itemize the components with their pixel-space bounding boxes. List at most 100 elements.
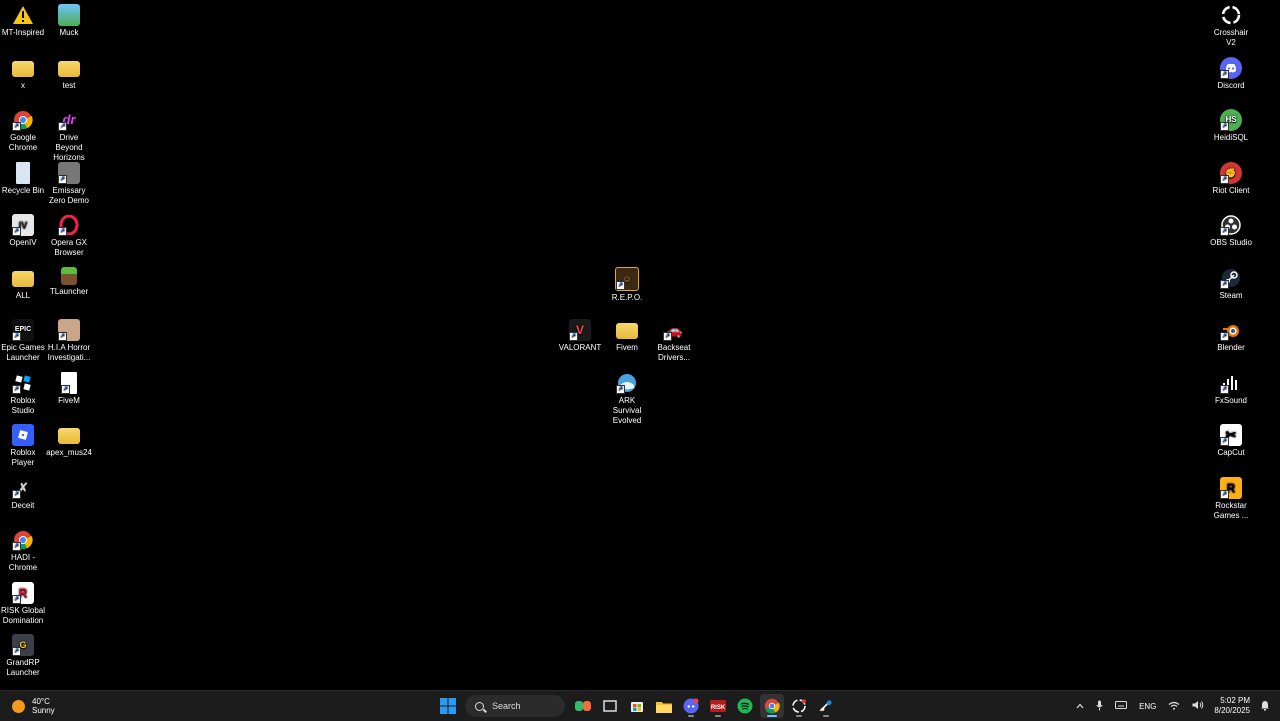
keyboard-icon[interactable] — [1115, 701, 1128, 711]
desktop-icon-epic-games[interactable]: EPIC ↗ Epic Games Launcher — [0, 319, 46, 363]
file-explorer-button[interactable] — [652, 694, 676, 718]
taskbar: 40°C Sunny Search RISK ENG 5:02 PM 8/20/… — [0, 690, 1280, 721]
store-button[interactable] — [625, 694, 649, 718]
desktop-icon-steam[interactable]: ↗ Steam — [1208, 267, 1254, 301]
file-explorer-icon — [655, 701, 672, 713]
copilot-button[interactable] — [571, 694, 595, 718]
desktop-icon-tlauncher[interactable]: TLauncher — [46, 267, 92, 297]
openiv-icon: IV ↗ — [12, 214, 34, 236]
running-indicator — [795, 715, 802, 717]
running-indicator — [822, 715, 829, 717]
folder-icon — [12, 271, 34, 287]
repo-icon: ☺ ↗ — [615, 267, 639, 291]
desktop-icon-discord[interactable]: ↗ Discord — [1208, 57, 1254, 91]
language-indicator[interactable]: ENG — [1139, 702, 1156, 711]
capcut-icon: ✂ ↗ — [1220, 424, 1242, 446]
desktop-icon-apex-mus24[interactable]: apex_mus24 — [46, 424, 92, 458]
muck-icon — [58, 4, 80, 26]
search-placeholder: Search — [492, 701, 521, 711]
desktop-icon-test[interactable]: test — [46, 57, 92, 91]
desktop-icon-roblox-player[interactable]: Roblox Player — [0, 424, 46, 468]
desktop-icon-grandrp[interactable]: G ↗ GrandRP Launcher — [0, 634, 46, 678]
desktop-icon-riot-client[interactable]: ✊ ↗ Riot Client — [1208, 162, 1254, 196]
desktop-icon-opera-gx[interactable]: ↗ Opera GX Browser — [46, 214, 92, 258]
desktop-icon-heidisql[interactable]: HS ↗ HeidiSQL — [1208, 109, 1254, 143]
desktop-icon-fivem-folder[interactable]: Fivem — [604, 319, 650, 353]
search-icon — [475, 701, 484, 711]
taskbar-apps: Search RISK — [434, 694, 839, 718]
folder-icon — [12, 61, 34, 77]
weather-widget[interactable]: 40°C Sunny — [12, 696, 55, 716]
weather-temp: 40°C — [32, 697, 50, 706]
desktop-icon-openiv[interactable]: IV ↗ OpenIV — [0, 214, 46, 248]
roblox-player-icon — [12, 424, 34, 446]
desktop-icon-hadi-chrome[interactable]: ↗ HADI - Chrome — [0, 529, 46, 573]
taskbar-risk-button[interactable]: RISK — [706, 694, 730, 718]
taskbar-chrome-button[interactable] — [759, 694, 784, 718]
running-indicator — [687, 715, 694, 717]
desktop-icon-deceit[interactable]: ✗ ↗ Deceit — [0, 477, 46, 511]
weather-desc: Sunny — [32, 706, 55, 715]
chrome-icon — [764, 698, 780, 714]
crosshair-icon — [791, 699, 806, 713]
taskbar-steam-button[interactable] — [814, 694, 838, 718]
desktop-icon-roblox-studio[interactable]: ↗ Roblox Studio — [0, 372, 46, 416]
desktop-icon-x[interactable]: x — [0, 57, 46, 91]
chrome-icon: ↗ — [12, 109, 34, 131]
rockstar-icon: R ↗ — [1220, 477, 1242, 499]
desktop-icon-hia-horror[interactable]: ↗ H.I.A Horror Investigati... — [46, 319, 92, 363]
task-view-button[interactable] — [598, 694, 622, 718]
desktop-icon-fxsound[interactable]: ↗ FxSound — [1208, 372, 1254, 406]
desktop-icon-mt-inspired[interactable]: MT-Inspired — [0, 4, 46, 38]
desktop: MT-Inspired x ↗ Google Chrome Recycle Bi… — [0, 0, 1280, 690]
start-button[interactable] — [436, 694, 460, 718]
desktop-icon-google-chrome[interactable]: ↗ Google Chrome — [0, 109, 46, 153]
clock[interactable]: 5:02 PM 8/20/2025 — [1214, 696, 1250, 716]
taskbar-search-box[interactable]: Search — [465, 695, 565, 717]
desktop-icon-risk[interactable]: R ↗ RISK Global Domination — [0, 582, 46, 626]
desktop-icon-obs[interactable]: ↗ OBS Studio — [1208, 214, 1254, 248]
taskbar-crosshair-button[interactable] — [787, 694, 811, 718]
steam-icon: ↗ — [1220, 267, 1242, 289]
start-icon — [439, 698, 456, 714]
desktop-icon-repo[interactable]: ☺ ↗ R.E.P.O. — [604, 267, 650, 303]
desktop-icon-emissary-zero[interactable]: ↗ Emissary Zero Demo — [46, 162, 92, 206]
desktop-icon-all[interactable]: ALL — [0, 267, 46, 301]
crosshair-icon — [1220, 4, 1242, 26]
system-tray: ENG 5:02 PM 8/20/2025 — [1070, 694, 1270, 718]
desktop-icon-backseat-drivers[interactable]: 🚗 ↗ Backseat Drivers... — [651, 319, 697, 363]
wifi-icon[interactable] — [1168, 701, 1180, 712]
sun-icon — [12, 699, 25, 713]
store-icon — [630, 702, 643, 712]
roblox-studio-icon: ↗ — [12, 372, 34, 394]
valorant-icon: V ↗ — [569, 319, 591, 341]
desktop-icon-ark[interactable]: ↗ ARK Survival Evolved — [604, 372, 650, 426]
discord-icon — [683, 698, 698, 714]
desktop-icon-valorant[interactable]: V ↗ VALORANT — [557, 319, 603, 353]
spotify-icon — [737, 698, 752, 714]
desktop-icon-fivem[interactable]: ↗ FiveM — [46, 372, 92, 406]
taskbar-spotify-button[interactable] — [733, 694, 757, 718]
document-icon: ↗ — [61, 372, 77, 394]
epic-games-icon: EPIC ↗ — [12, 319, 34, 341]
desktop-icon-muck[interactable]: Muck — [46, 4, 92, 38]
microphone-icon[interactable] — [1096, 700, 1103, 713]
blender-icon: ↗ — [1220, 319, 1242, 341]
folder-icon — [58, 61, 80, 77]
taskbar-discord-button[interactable] — [679, 694, 703, 718]
deceit-icon: ✗ ↗ — [12, 480, 29, 499]
folder-icon — [616, 323, 638, 339]
running-indicator — [714, 715, 721, 717]
folder-icon — [58, 428, 80, 444]
notification-bell-icon[interactable] — [1260, 700, 1270, 713]
shortcut-arrow-icon: ↗ — [12, 122, 21, 131]
volume-icon[interactable] — [1192, 700, 1204, 712]
clock-time: 5:02 PM — [1220, 696, 1250, 705]
chevron-up-icon[interactable] — [1076, 702, 1084, 711]
task-view-icon — [602, 700, 617, 712]
desktop-icon-rockstar[interactable]: R ↗ Rockstar Games ... — [1208, 477, 1254, 521]
desktop-icon-crosshair-v2[interactable]: Crosshair V2 — [1208, 4, 1254, 48]
desktop-icon-blender[interactable]: ↗ Blender — [1208, 319, 1254, 353]
desktop-icon-recycle-bin[interactable]: Recycle Bin — [0, 162, 46, 196]
desktop-icon-capcut[interactable]: ✂ ↗ CapCut — [1208, 424, 1254, 458]
